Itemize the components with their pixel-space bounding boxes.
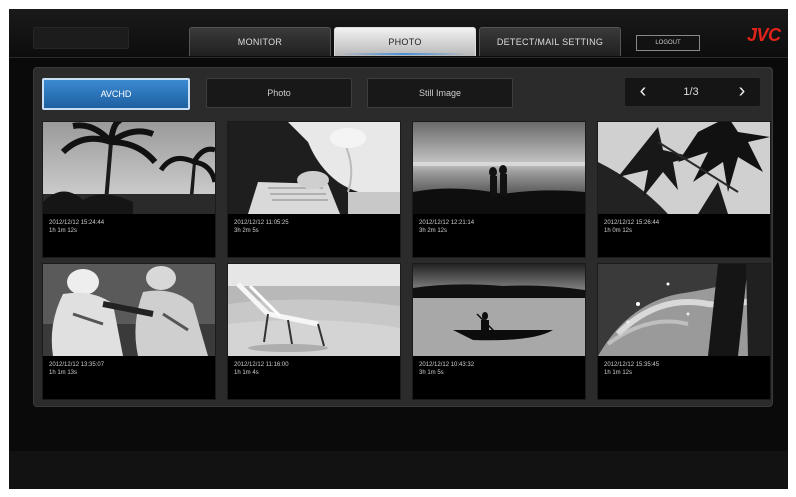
bottom-strip <box>9 451 788 489</box>
thumbnail-water-splash[interactable]: 2012/12/12 15:35:45 1h 1m 12s <box>597 263 771 400</box>
thumbnail-duration: 1h 1m 12s <box>49 228 78 234</box>
thumbnail-canoe-lake[interactable]: 2012/12/12 10:43:32 3h 1m 5s <box>412 263 586 400</box>
active-tab-glow <box>339 53 469 55</box>
filter-avchd-button[interactable]: AVCHD <box>42 78 190 110</box>
thumbnail-leaves[interactable]: 2012/12/12 15:26:44 1h 0m 12s <box>597 121 771 258</box>
thumbnail-duration: 1h 1m 13s <box>49 370 78 376</box>
thumbnail-date: 2012/12/12 15:24:44 <box>49 220 105 226</box>
beach-chair-image <box>228 264 400 356</box>
thumbnail-date: 2012/12/12 13:35:07 <box>49 362 105 368</box>
water-splash-image <box>598 264 770 356</box>
thumbnail-duration: 1h 1m 12s <box>604 370 633 376</box>
camera-web-ui: MONITOR PHOTO DETECT/MAIL SETTING LOGOUT… <box>9 9 788 489</box>
thumbnail-duration: 3h 2m 5s <box>234 228 259 234</box>
thumbnail-beach-chair[interactable]: 2012/12/12 11:16:00 1h 1m 4s <box>227 263 401 400</box>
thumbnail-meta: 2012/12/12 15:35:45 1h 1m 12s <box>604 361 659 377</box>
page-indicator: 1/3 <box>683 86 699 98</box>
pager: ‹ 1/3 › <box>625 78 760 106</box>
tab-photo[interactable]: PHOTO <box>334 27 476 56</box>
thumbnail-date: 2012/12/12 11:05:25 <box>234 220 289 226</box>
football-players-image <box>43 264 215 356</box>
thumbnail-football-players[interactable]: 2012/12/12 13:35:07 1h 1m 13s <box>42 263 216 400</box>
photo-browser-panel: AVCHD Photo Still Image ‹ 1/3 › 2012/12/… <box>33 67 773 407</box>
thumbnail-duration: 3h 2m 12s <box>419 228 448 234</box>
thumbnail-date: 2012/12/12 12:21:14 <box>419 220 475 226</box>
thumbnail-date: 2012/12/12 15:35:45 <box>604 362 660 368</box>
beach-couple-image <box>413 122 585 214</box>
thumbnail-meta: 2012/12/12 11:05:25 3h 2m 5s <box>234 219 289 235</box>
thumbnail-meta: 2012/12/12 10:43:32 3h 1m 5s <box>419 361 474 377</box>
thumbnail-meta: 2012/12/12 15:24:44 1h 1m 12s <box>49 219 104 235</box>
canoe-lake-image <box>413 264 585 356</box>
thumbnail-beach-couple[interactable]: 2012/12/12 12:21:14 3h 2m 12s <box>412 121 586 258</box>
reading-person-image <box>228 122 400 214</box>
thumbnail-duration: 3h 1m 5s <box>419 370 444 376</box>
thumbnail-date: 2012/12/12 15:26:44 <box>604 220 660 226</box>
tab-detect-mail-setting[interactable]: DETECT/MAIL SETTING <box>479 27 621 56</box>
thumbnail-meta: 2012/12/12 12:21:14 3h 2m 12s <box>419 219 474 235</box>
tab-monitor[interactable]: MONITOR <box>189 27 331 56</box>
camera-name-field <box>33 27 129 49</box>
filter-photo-button[interactable]: Photo <box>206 78 352 108</box>
leaves-image <box>598 122 770 214</box>
chevron-right-icon[interactable]: › <box>730 78 754 106</box>
chevron-left-icon[interactable]: ‹ <box>631 78 655 106</box>
thumbnail-reading-person[interactable]: 2012/12/12 11:05:25 3h 2m 5s <box>227 121 401 258</box>
logout-button[interactable]: LOGOUT <box>636 35 700 51</box>
thumbnail-meta: 2012/12/12 13:35:07 1h 1m 13s <box>49 361 104 377</box>
thumbnail-date: 2012/12/12 11:16:00 <box>234 362 289 368</box>
thumbnail-palm-trees[interactable]: 2012/12/12 15:24:44 1h 1m 12s <box>42 121 216 258</box>
thumbnail-meta: 2012/12/12 15:26:44 1h 0m 12s <box>604 219 659 235</box>
thumbnail-duration: 1h 0m 12s <box>604 228 633 234</box>
thumbnail-meta: 2012/12/12 11:16:00 1h 1m 4s <box>234 361 289 377</box>
top-bar: MONITOR PHOTO DETECT/MAIL SETTING LOGOUT… <box>9 9 788 58</box>
thumbnail-date: 2012/12/12 10:43:32 <box>419 362 475 368</box>
palm-trees-image <box>43 122 215 214</box>
jvc-logo: JVC <box>747 25 781 45</box>
thumbnail-duration: 1h 1m 4s <box>234 370 259 376</box>
filter-still-image-button[interactable]: Still Image <box>367 78 513 108</box>
